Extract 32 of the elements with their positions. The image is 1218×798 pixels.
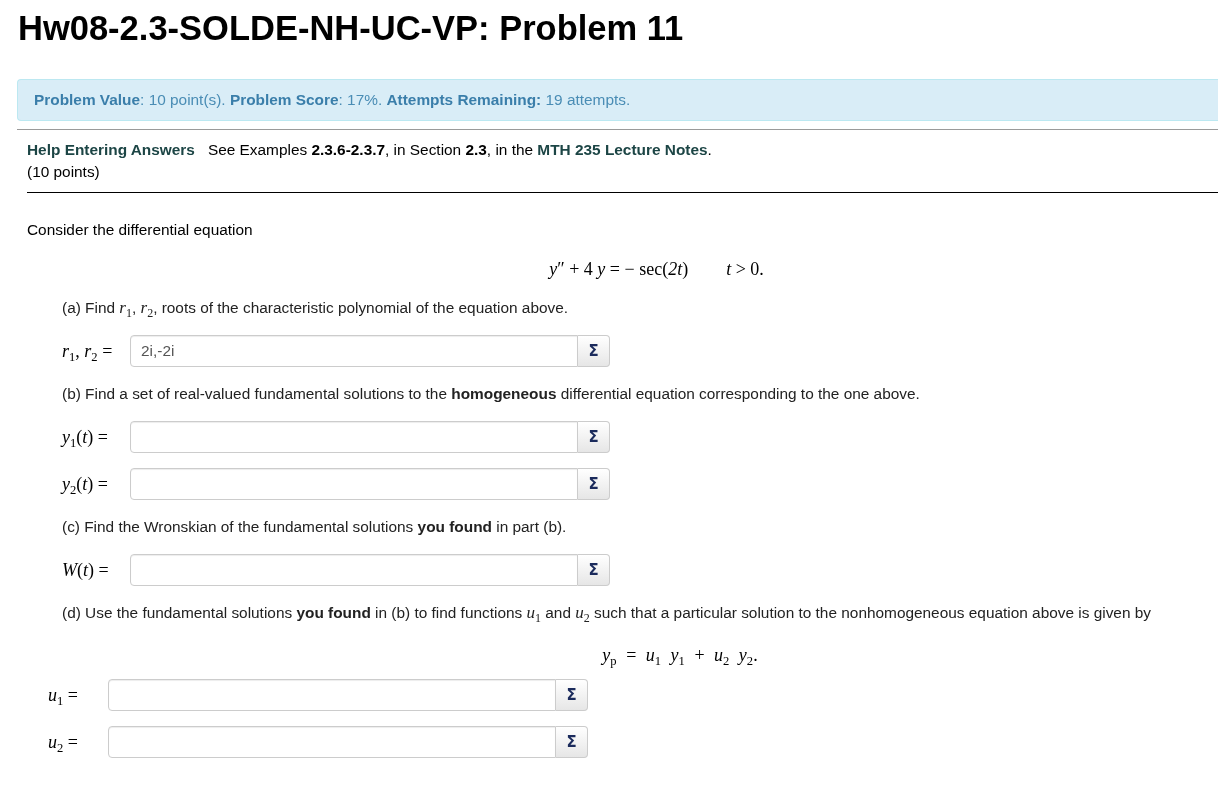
question-text: (d) Use the fundamental solutions you found in (b) to find functions u$_{1}$ and u$_{2}$ such that a particular solution to the nonhomogeneous equation above is given by — [62, 603, 1153, 623]
points-text: (10 points) — [27, 162, 101, 182]
answer-field[interactable] — [130, 468, 578, 500]
equation-editor-button[interactable]: Σ — [556, 726, 588, 758]
answer-field[interactable]: 2i,-2i — [130, 335, 578, 367]
equation: y″ + 4 y = − sec(2t) — [549, 258, 689, 281]
question-text: (c) Find the Wronskian of the fundamental solutions you found in part (b). — [62, 517, 568, 537]
equation-editor-button[interactable]: Σ — [578, 421, 610, 453]
equation-editor-button[interactable]: Σ — [578, 468, 610, 500]
answer-label: r$_{1}$, r$_{2}$ = — [62, 340, 114, 362]
answer-field[interactable] — [130, 554, 578, 586]
equation-editor-button[interactable]: Σ — [578, 335, 610, 367]
answer-field[interactable] — [108, 679, 556, 711]
answer-label: W(t) = — [62, 559, 110, 581]
question-text: (a) Find r$_{1}$, r$_{2}$, roots of the characteristic polynomial of the equation above. — [62, 298, 570, 318]
page-title: Hw08-2.3-SOLDE-NH-UC-VP: Problem 11 — [18, 8, 685, 48]
answer-label: y$_{1}$(t) = — [62, 426, 109, 448]
help-sentence: See Examples 2.3.6-2.3.7, in Section 2.3, in the MTH 235 Lecture Notes. — [207, 140, 712, 160]
answer-label: y$_{2}$(t) = — [62, 473, 109, 495]
status-message: Problem Value: 10 point(s). Problem Score: 17%. Attempts Remaining: 19 attempts. — [17, 79, 1218, 121]
help-link[interactable]: Help Entering Answers — [27, 139, 195, 161]
answer-label: u$_{2}$ = — [48, 731, 79, 753]
answer-label: u$_{1}$ = — [48, 684, 79, 706]
equation: y$_{p}$ = u$_{1}$ y$_{1}$ + u$_{2}$ y$_{2}$. — [602, 644, 758, 667]
condition-text: t > 0. — [726, 258, 764, 281]
answer-field[interactable] — [130, 421, 578, 453]
question-text: (b) Find a set of real-valued fundamental solutions to the homogeneous differential equation corresponding to the one above. — [62, 384, 921, 404]
equation-editor-button[interactable]: Σ — [556, 679, 588, 711]
lecture-notes-link[interactable]: MTH 235 Lecture Notes — [537, 141, 708, 158]
equation-editor-button[interactable]: Σ — [578, 554, 610, 586]
answer-field[interactable] — [108, 726, 556, 758]
intro-text: Consider the differential equation — [27, 220, 254, 240]
